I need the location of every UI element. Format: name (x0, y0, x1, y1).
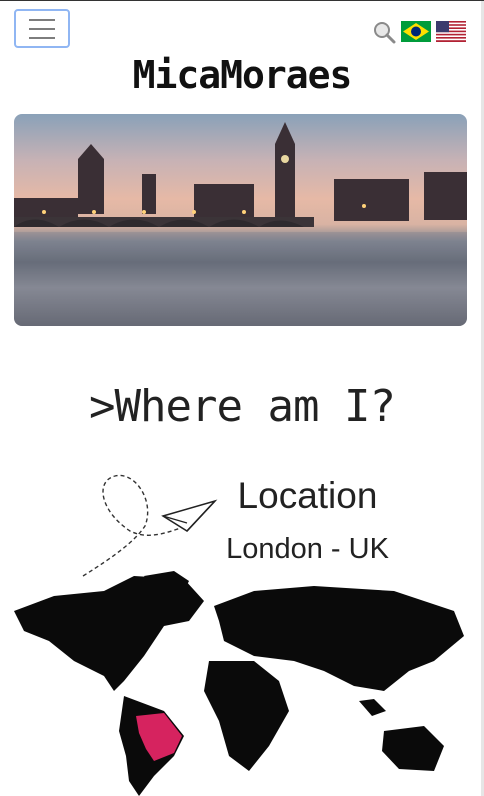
hamburger-line (29, 36, 55, 39)
location-label: Location (237, 475, 378, 516)
hamburger-line (29, 27, 55, 30)
brazil-flag-icon[interactable] (401, 21, 431, 42)
london-skyline-photo (14, 122, 467, 326)
section-title: >Where am I? (89, 381, 396, 432)
search-icon[interactable] (372, 20, 396, 44)
usa-flag-icon[interactable] (436, 21, 466, 42)
hero-image (14, 114, 467, 326)
menu-toggle-button[interactable] (14, 9, 70, 48)
hamburger-line (29, 18, 55, 21)
location-value: London - UK (226, 533, 389, 565)
world-map-icon (14, 571, 464, 796)
brand-logo[interactable]: MicaMoraes (0, 53, 484, 97)
